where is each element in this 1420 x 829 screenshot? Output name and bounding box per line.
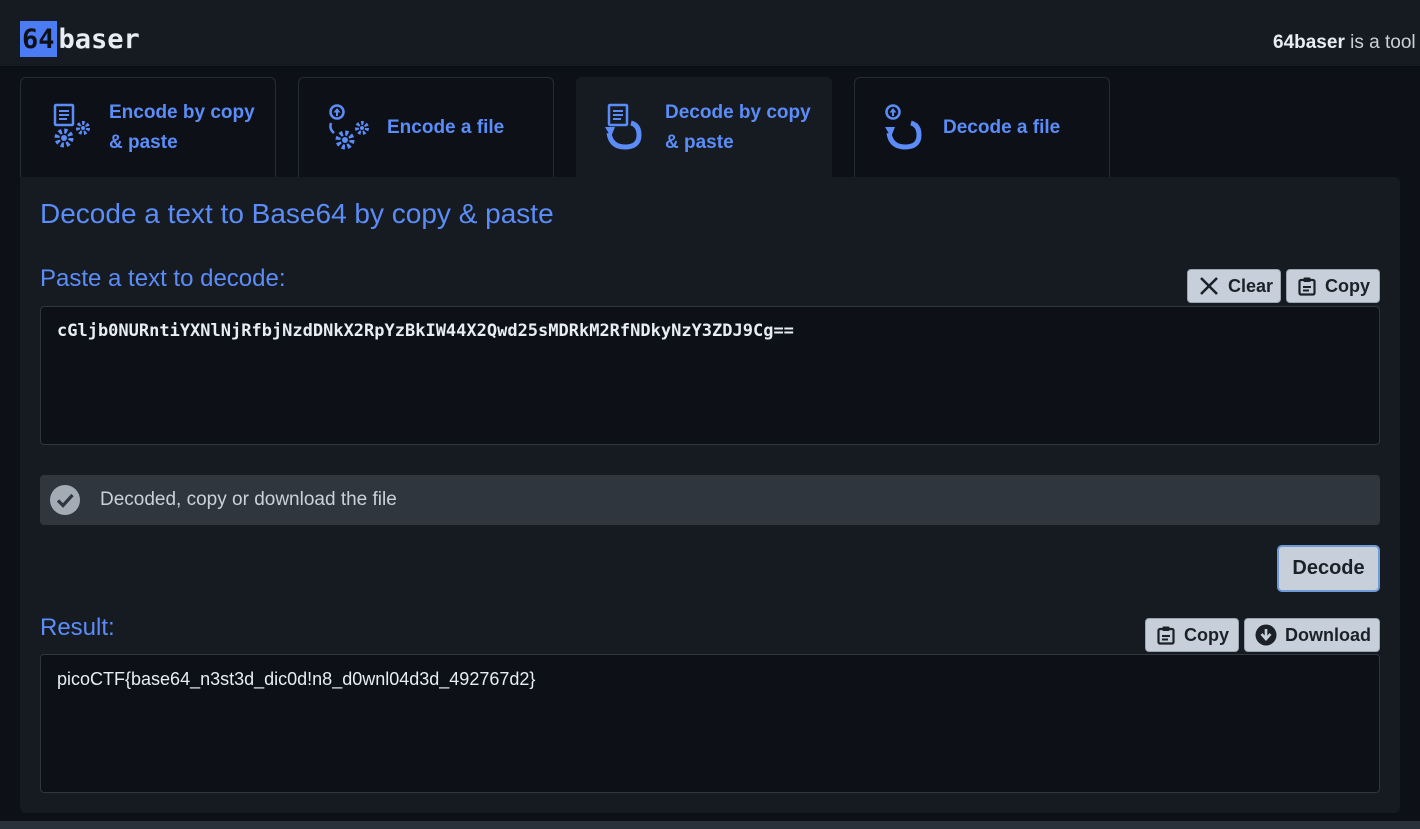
status-text: Decoded, copy or download the file — [100, 489, 397, 510]
logo-word: baser — [58, 23, 140, 55]
close-icon — [1200, 277, 1218, 295]
base64-input[interactable]: cGljb0NURntiYXNlNjRfbjNzdDNkX2RpYzBkIW44… — [40, 306, 1380, 445]
tagline-text: is a tool — [1344, 32, 1416, 53]
tagline: 64baser is a tool — [1273, 32, 1416, 54]
base64-input-value: cGljb0NURntiYXNlNjRfbjNzdDNkX2RpYzBkIW44… — [57, 321, 794, 341]
decode-button[interactable]: Decode — [1277, 545, 1380, 592]
app-header: 64 baser 64baser is a tool — [0, 0, 1420, 67]
input-label: Paste a text to decode: — [40, 265, 286, 292]
decode-text-icon — [605, 103, 642, 150]
clipboard-icon — [1157, 626, 1175, 645]
download-icon — [1255, 624, 1277, 646]
logo-number: 64 — [20, 21, 57, 57]
tab-decode-text[interactable]: Decode by copy & paste — [576, 77, 832, 177]
download-button[interactable]: Download — [1244, 618, 1380, 652]
decode-file-icon — [885, 103, 922, 150]
encode-file-icon — [329, 103, 369, 149]
clipboard-icon — [1298, 277, 1316, 296]
tab-label: Decode a file — [943, 116, 1061, 138]
tab-label: Encode by copy & paste — [109, 101, 255, 153]
encode-text-icon — [53, 103, 90, 147]
tab-label: Decode by copy & paste — [665, 101, 811, 153]
page-title: Decode a text to Base64 by copy & paste — [40, 198, 554, 229]
tab-decode-file[interactable]: Decode a file — [854, 77, 1110, 177]
logo[interactable]: 64 baser — [20, 21, 140, 57]
tagline-brand: 64baser — [1273, 32, 1345, 53]
page-footer-strip — [0, 821, 1420, 829]
tab-encode-text[interactable]: Encode by copy & paste — [20, 77, 276, 177]
result-value: picoCTF{base64_n3st3d_dic0d!n8_d0wnl04d3… — [57, 669, 536, 689]
clear-button[interactable]: Clear — [1187, 269, 1281, 303]
copy-button-label: Copy — [1184, 624, 1229, 645]
result-label: Result: — [40, 614, 115, 641]
status-message: Decoded, copy or download the file — [40, 475, 1380, 525]
result-output[interactable]: picoCTF{base64_n3st3d_dic0d!n8_d0wnl04d3… — [40, 654, 1380, 793]
tab-label: Encode a file — [387, 116, 505, 138]
tab-encode-file[interactable]: Encode a file — [298, 77, 554, 177]
copy-result-button[interactable]: Copy — [1145, 618, 1239, 652]
copy-button-label: Copy — [1325, 275, 1370, 296]
download-button-label: Download — [1285, 624, 1371, 645]
copy-input-button[interactable]: Copy — [1286, 269, 1380, 303]
clear-button-label: Clear — [1228, 275, 1274, 296]
check-circle-icon — [50, 485, 80, 515]
